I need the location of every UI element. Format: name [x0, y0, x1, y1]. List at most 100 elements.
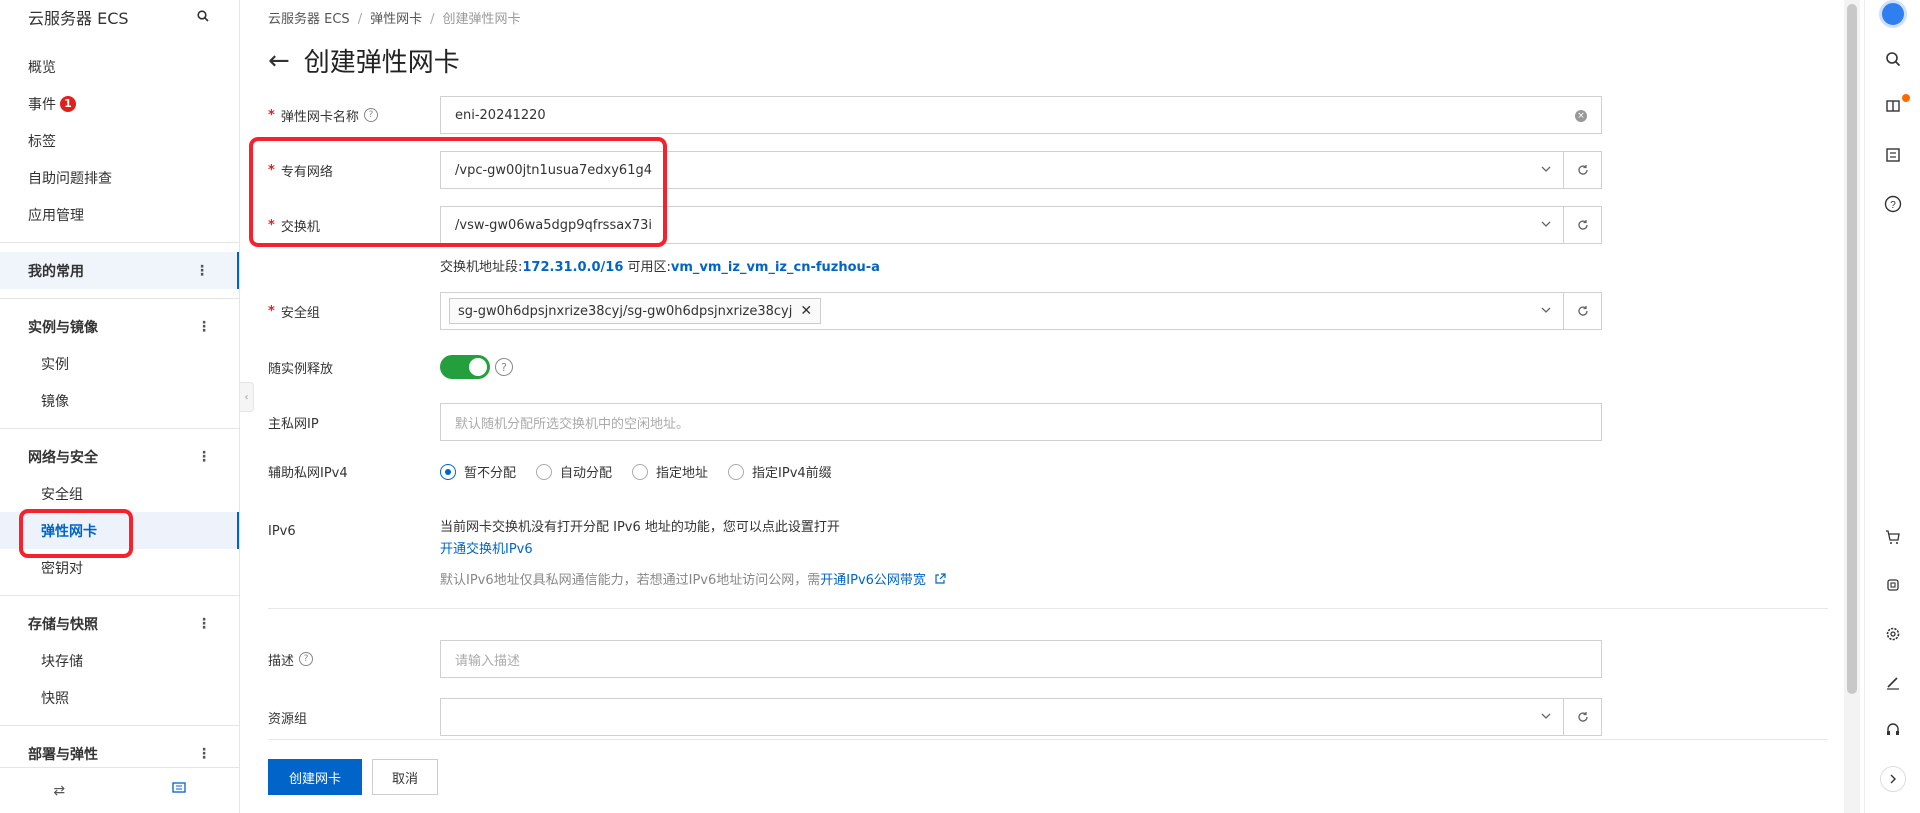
- breadcrumb-item-eni[interactable]: 弹性网卡: [370, 12, 422, 27]
- secondary-ipv4-radio-group: 暂不分配 自动分配 指定地址 指定IPv4前缀: [440, 462, 852, 481]
- sidebar-item-image[interactable]: 镜像: [0, 382, 239, 419]
- form-row-resource-group: 资源组: [268, 698, 1602, 736]
- form-row-release: 随实例释放 ?: [268, 355, 513, 379]
- sidebar-title: 云服务器 ECS: [28, 9, 129, 28]
- more-icon[interactable]: ⋮: [197, 616, 211, 632]
- primary-ip-label: 主私网IP: [268, 416, 319, 432]
- chip-icon[interactable]: [1881, 573, 1905, 597]
- sidebar-group-instances[interactable]: 实例与镜像 ⋮: [0, 308, 239, 345]
- section-divider: [268, 608, 1828, 609]
- resource-group-label: 资源组: [268, 711, 308, 727]
- svg-text:?: ?: [1890, 200, 1896, 211]
- sidebar-item-label: 弹性网卡: [41, 523, 97, 540]
- sidebar-divider: [0, 242, 239, 243]
- sidebar-group-favorites[interactable]: 我的常用 ⋮: [0, 252, 239, 289]
- swap-icon[interactable]: ⇄: [53, 783, 65, 799]
- sidebar-item-snapshot[interactable]: 快照: [0, 679, 239, 716]
- sidebar-group-label: 实例与镜像: [28, 319, 98, 336]
- external-link-icon[interactable]: [934, 573, 946, 585]
- sidebar-item-label: 标签: [28, 133, 56, 150]
- release-toggle[interactable]: [440, 355, 490, 379]
- form-row-description: 描述? 请输入描述: [268, 640, 1602, 678]
- breadcrumb-item-ecs[interactable]: 云服务器 ECS: [268, 12, 350, 27]
- breadcrumb: 云服务器 ECS / 弹性网卡 / 创建弹性网卡: [268, 12, 521, 27]
- help-icon[interactable]: ?: [299, 652, 314, 666]
- sidebar-item-label: 事件: [28, 96, 56, 113]
- more-icon[interactable]: ⋮: [197, 449, 211, 465]
- sidebar-item-label: 应用管理: [28, 207, 84, 224]
- security-group-tag: sg-gw0h6dpsjnxrize38cyj/sg-gw0h6dpsjnxri…: [449, 298, 822, 324]
- refresh-security-group-button[interactable]: [1564, 292, 1602, 330]
- sidebar-group-network[interactable]: 网络与安全 ⋮: [0, 438, 239, 475]
- refresh-vswitch-button[interactable]: [1564, 206, 1602, 244]
- back-arrow-icon[interactable]: ←: [268, 46, 290, 76]
- more-icon[interactable]: ⋮: [197, 319, 211, 335]
- eni-name-input[interactable]: eni-20241220 ×: [440, 96, 1602, 134]
- edit-icon[interactable]: [1881, 670, 1905, 694]
- sidebar-item-overview[interactable]: 概览: [0, 48, 239, 85]
- headset-icon[interactable]: [1881, 718, 1905, 742]
- sidebar-item-instance[interactable]: 实例: [0, 345, 239, 382]
- sidebar-item-app-management[interactable]: 应用管理: [0, 196, 239, 233]
- sidebar: 云服务器 ECS 概览 事件 1 标签 自助问题排查 应用管理 我的常用 ⋮ 实例与…: [0, 0, 240, 813]
- more-icon[interactable]: ⋮: [197, 746, 211, 762]
- sidebar-item-eni[interactable]: 弹性网卡: [0, 512, 239, 549]
- radio-specify-prefix[interactable]: 指定IPv4前缀: [728, 462, 832, 481]
- radio-auto-allocate[interactable]: 自动分配: [536, 462, 612, 481]
- description-input[interactable]: 请输入描述: [440, 640, 1602, 678]
- search-icon[interactable]: [1881, 47, 1905, 71]
- search-icon[interactable]: [197, 10, 211, 24]
- sidebar-group-label: 部署与弹性: [28, 746, 98, 763]
- more-icon[interactable]: ⋮: [195, 263, 209, 279]
- ipv6-info: 当前网卡交换机没有打开分配 IPv6 地址的功能，您可以点此设置打开 开通交换机…: [440, 516, 946, 588]
- chevron-down-icon: [1541, 307, 1551, 313]
- checklist-icon[interactable]: [1881, 143, 1905, 167]
- resource-group-select[interactable]: [440, 698, 1564, 736]
- sidebar-group-storage[interactable]: 存储与快照 ⋮: [0, 605, 239, 642]
- page-title: ← 创建弹性网卡: [268, 42, 460, 79]
- form-row-ipv6: IPv6: [268, 524, 440, 539]
- form-row-security-group: * 安全组 sg-gw0h6dpsjnxrize38cyj/sg-gw0h6dps…: [268, 292, 1602, 330]
- sidebar-item-keypair[interactable]: 密钥对: [0, 549, 239, 586]
- radio-no-allocate[interactable]: 暂不分配: [440, 462, 516, 481]
- clear-icon[interactable]: ×: [1575, 110, 1587, 122]
- message-icon[interactable]: [172, 782, 186, 799]
- refresh-vpc-button[interactable]: [1564, 151, 1602, 189]
- refresh-icon: [1577, 165, 1588, 175]
- sidebar-item-security-group[interactable]: 安全组: [0, 475, 239, 512]
- refresh-resource-group-button[interactable]: [1564, 698, 1602, 736]
- vswitch-select[interactable]: /vsw-gw06wa5dgp9qfrssax73i: [440, 206, 1564, 244]
- radio-specify-address[interactable]: 指定地址: [632, 462, 708, 481]
- refresh-icon: [1577, 712, 1588, 722]
- footer-divider: [268, 739, 1828, 740]
- chevron-right-icon[interactable]: [1880, 766, 1906, 792]
- sidebar-item-events[interactable]: 事件 1: [0, 85, 239, 122]
- vpc-select[interactable]: /vpc-gw00jtn1usua7edxy61g4: [440, 151, 1564, 189]
- sidebar-group-label: 我的常用: [28, 263, 84, 280]
- sidebar-header: 云服务器 ECS: [0, 0, 239, 34]
- scrollbar-thumb[interactable]: [1847, 4, 1857, 694]
- enable-vswitch-ipv6-link[interactable]: 开通交换机IPv6: [440, 542, 533, 557]
- sidebar-item-troubleshoot[interactable]: 自助问题排查: [0, 159, 239, 196]
- sidebar-group-label: 存储与快照: [28, 616, 98, 633]
- sidebar-divider: [0, 595, 239, 596]
- security-group-select[interactable]: sg-gw0h6dpsjnxrize38cyj/sg-gw0h6dpsjnxri…: [440, 292, 1564, 330]
- enable-ipv6-bandwidth-link[interactable]: 开通IPv6公网带宽: [820, 573, 926, 588]
- chevron-down-icon: [1541, 713, 1551, 719]
- create-eni-button[interactable]: 创建网卡: [268, 759, 362, 795]
- assistant-avatar-icon[interactable]: [1879, 0, 1907, 28]
- sidebar-item-tags[interactable]: 标签: [0, 122, 239, 159]
- help-circle-icon[interactable]: ?: [1881, 192, 1905, 216]
- primary-ip-input[interactable]: 默认随机分配所选交换机中的空闲地址。: [440, 403, 1602, 441]
- vswitch-cidr: 172.31.0.0/16: [522, 260, 624, 275]
- help-icon[interactable]: ?: [495, 358, 513, 376]
- sidebar-collapse-handle[interactable]: ‹: [240, 382, 254, 412]
- cancel-button[interactable]: 取消: [372, 759, 438, 795]
- page-title-text: 创建弹性网卡: [303, 48, 460, 78]
- ipv6-note: 默认IPv6地址仅具私网通信能力，若想通过IPv6地址访问公网，需: [440, 573, 821, 588]
- cart-icon[interactable]: [1881, 525, 1905, 549]
- gear-icon[interactable]: [1881, 622, 1905, 646]
- remove-tag-icon[interactable]: ✕: [800, 303, 812, 319]
- help-icon[interactable]: ?: [363, 108, 378, 122]
- sidebar-item-block-storage[interactable]: 块存储: [0, 642, 239, 679]
